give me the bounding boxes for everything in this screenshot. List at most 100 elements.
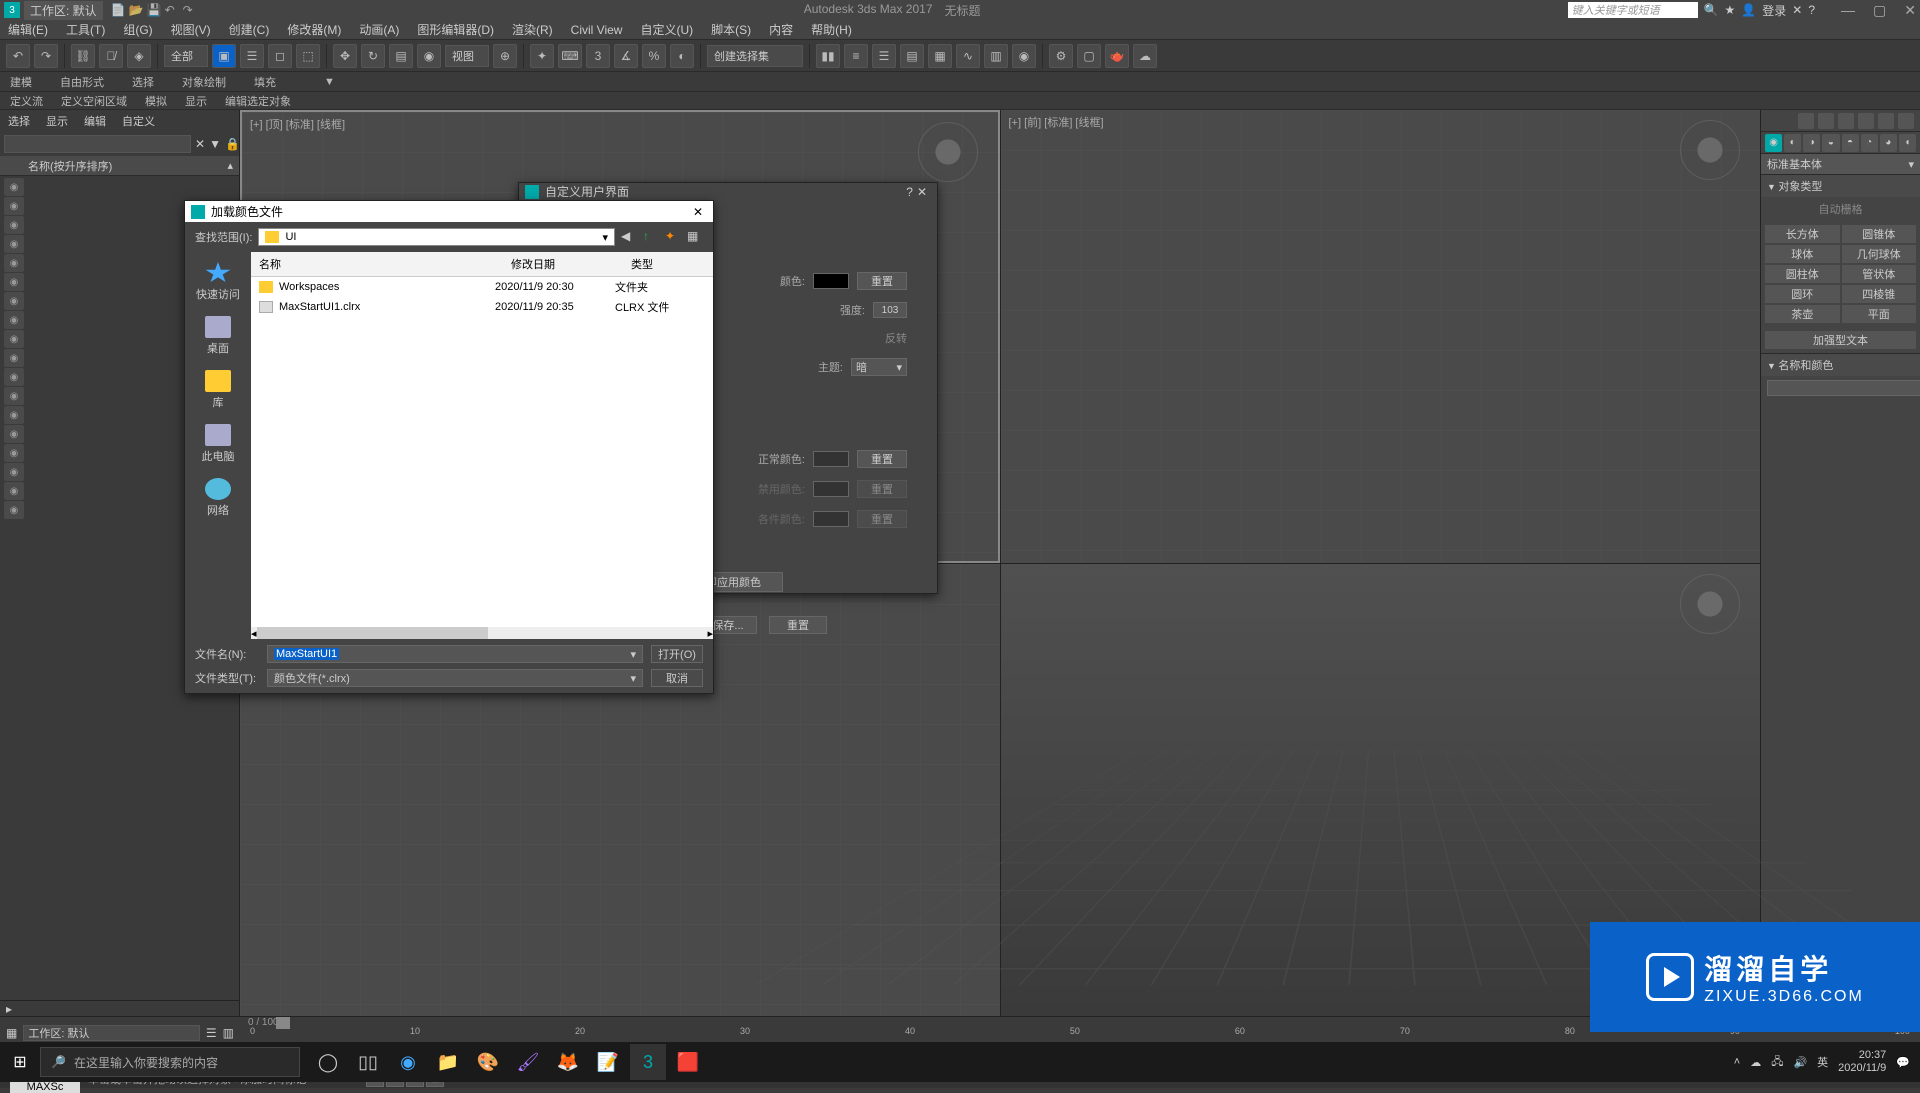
filter-btn-6[interactable]: ◉ xyxy=(4,273,24,291)
workspace-input[interactable] xyxy=(23,1025,200,1041)
tab-objpaint[interactable]: 对象绘制 xyxy=(182,74,226,90)
infocenter-search[interactable]: 键入关键字或短语 xyxy=(1568,2,1698,18)
redo-button[interactable]: ↷ xyxy=(34,44,58,68)
btn-sphere[interactable]: 球体 xyxy=(1765,245,1840,263)
cp-grid-icon[interactable] xyxy=(1838,113,1854,129)
cp-tab-create[interactable]: ◉ xyxy=(1765,134,1782,152)
qat-redo-icon[interactable]: ↷ xyxy=(183,3,197,17)
filter-btn-12[interactable]: ◉ xyxy=(4,387,24,405)
align-button[interactable]: ≡ xyxy=(844,44,868,68)
se-filter-icon[interactable]: ▼ xyxy=(209,137,221,151)
menu-views[interactable]: 视图(V) xyxy=(171,21,211,38)
filter-btn-16[interactable]: ◉ xyxy=(4,463,24,481)
bind-button[interactable]: ◈ xyxy=(127,44,151,68)
btn-plane[interactable]: 平面 xyxy=(1842,305,1917,323)
named-selection[interactable]: 创建选择集 xyxy=(707,45,803,67)
tab-populate[interactable]: 填充 xyxy=(254,74,276,90)
tab-modeling[interactable]: 建模 xyxy=(10,74,32,90)
maximize-button[interactable]: ▢ xyxy=(1873,2,1886,19)
taskview-icon[interactable]: ◯ xyxy=(310,1044,346,1080)
tray-cloud-icon[interactable]: ☁ xyxy=(1750,1056,1761,1069)
menu-modifiers[interactable]: 修改器(M) xyxy=(287,21,341,38)
place-desktop[interactable]: 桌面 xyxy=(205,316,231,356)
cp-tab-modify[interactable]: ◐ xyxy=(1784,134,1801,152)
spinner-snap-button[interactable]: ◐ xyxy=(670,44,694,68)
undo-button[interactable]: ↶ xyxy=(6,44,30,68)
filter-btn-18[interactable]: ◉ xyxy=(4,501,24,519)
menu-content[interactable]: 内容 xyxy=(769,21,793,38)
tray-net-icon[interactable]: 🖧 xyxy=(1771,1053,1783,1072)
percent-snap-button[interactable]: % xyxy=(642,44,666,68)
tray-vol-icon[interactable]: 🔊 xyxy=(1793,1056,1807,1069)
se-edit[interactable]: 编辑 xyxy=(84,113,106,129)
menu-rendering[interactable]: 渲染(R) xyxy=(512,21,553,38)
move-button[interactable]: ✥ xyxy=(333,44,357,68)
snap-button[interactable]: 3 xyxy=(586,44,610,68)
btn-cylinder[interactable]: 圆柱体 xyxy=(1765,265,1840,283)
file-row-workspaces[interactable]: Workspaces 2020/11/9 20:30 文件夹 xyxy=(251,277,713,297)
app-icon-4[interactable]: 🟥 xyxy=(670,1044,706,1080)
col-type[interactable]: 类型 xyxy=(623,252,713,276)
select-object-button[interactable]: ▣ xyxy=(212,44,236,68)
filter-btn-14[interactable]: ◉ xyxy=(4,425,24,443)
start-button[interactable]: ⊞ xyxy=(0,1042,40,1082)
sub-flow[interactable]: 定义流 xyxy=(10,93,43,109)
angle-snap-button[interactable]: ∡ xyxy=(614,44,638,68)
minimize-button[interactable]: — xyxy=(1841,2,1855,19)
viewport-front[interactable]: [+] [前] [标准] [线框] xyxy=(1001,110,1761,563)
col-name[interactable]: 名称 xyxy=(251,252,503,276)
btn-textplus[interactable]: 加强型文本 xyxy=(1765,331,1916,349)
menu-edit[interactable]: 编辑(E) xyxy=(8,21,48,38)
sec-name-color[interactable]: 名称和颜色 xyxy=(1761,353,1920,376)
open-button[interactable]: 打开(O) xyxy=(651,645,703,663)
tray-ime[interactable]: 英 xyxy=(1817,1054,1828,1070)
qat-undo-icon[interactable]: ↶ xyxy=(165,3,179,17)
se-clear-icon[interactable]: ✕ xyxy=(195,137,205,151)
view-cube-persp[interactable] xyxy=(1680,574,1740,634)
theme-select[interactable]: 暗▾ xyxy=(851,358,907,376)
reset-button-2[interactable]: 重置 xyxy=(857,450,907,468)
app-icon-2[interactable]: 🖌 xyxy=(510,1044,546,1080)
btn-teapot[interactable]: 茶壶 xyxy=(1765,305,1840,323)
curve-editor-button[interactable]: ∿ xyxy=(956,44,980,68)
filename-input[interactable]: MaxStartUI1▾ xyxy=(267,645,643,663)
ribbon-button[interactable]: ▦ xyxy=(928,44,952,68)
cp-sphere-icon[interactable] xyxy=(1858,113,1874,129)
reset-all-button[interactable]: 重置 xyxy=(769,616,827,634)
vp-front-label[interactable]: [+] [前] [标准] [线框] xyxy=(1009,114,1104,130)
cp-tab-extra1[interactable]: ◕ xyxy=(1880,134,1897,152)
btn-cone[interactable]: 圆锥体 xyxy=(1842,225,1917,243)
keyboard-button[interactable]: ⌨ xyxy=(558,44,582,68)
menu-civilview[interactable]: Civil View xyxy=(571,23,623,37)
sub-idle[interactable]: 定义空闲区域 xyxy=(61,93,127,109)
place-quick[interactable]: 快速访问 xyxy=(196,262,240,302)
app-icon-3[interactable]: 📝 xyxy=(590,1044,626,1080)
scale-button[interactable]: ▤ xyxy=(389,44,413,68)
customize-help-button[interactable]: ? xyxy=(906,185,913,199)
filter-btn-4[interactable]: ◉ xyxy=(4,235,24,253)
menu-tools[interactable]: 工具(T) xyxy=(66,21,105,38)
nav-new-icon[interactable]: ✦ xyxy=(665,229,681,245)
schematic-button[interactable]: ▥ xyxy=(984,44,1008,68)
material-button[interactable]: ◉ xyxy=(1012,44,1036,68)
autogrid-check[interactable]: 自动栅格 xyxy=(1761,197,1920,221)
menu-help[interactable]: 帮助(H) xyxy=(811,21,852,38)
file-row-maxstartui[interactable]: MaxStartUI1.clrx 2020/11/9 20:35 CLRX 文件 xyxy=(251,297,713,317)
layer-toggle-icon[interactable]: ☰ xyxy=(206,1026,217,1040)
cp-help-icon[interactable] xyxy=(1898,113,1914,129)
btn-pyramid[interactable]: 四棱锥 xyxy=(1842,285,1917,303)
select-window-button[interactable]: ⬚ xyxy=(296,44,320,68)
filter-btn-10[interactable]: ◉ xyxy=(4,349,24,367)
filetype-select[interactable]: 颜色文件(*.clrx)▾ xyxy=(267,669,643,687)
filter-btn-7[interactable]: ◉ xyxy=(4,292,24,310)
cp-tab-motion[interactable]: ◒ xyxy=(1822,134,1839,152)
placement-button[interactable]: ◉ xyxy=(417,44,441,68)
user-icon[interactable]: 👤 xyxy=(1741,3,1756,17)
filter-btn-3[interactable]: ◉ xyxy=(4,216,24,234)
qat-save-icon[interactable]: 💾 xyxy=(147,3,161,17)
mirror-button[interactable]: ▮▮ xyxy=(816,44,840,68)
se-select[interactable]: 选择 xyxy=(8,113,30,129)
close-button[interactable]: ✕ xyxy=(1904,2,1916,19)
unlink-button[interactable]: ⛓̸ xyxy=(99,44,123,68)
tab-selection[interactable]: 选择 xyxy=(132,74,154,90)
